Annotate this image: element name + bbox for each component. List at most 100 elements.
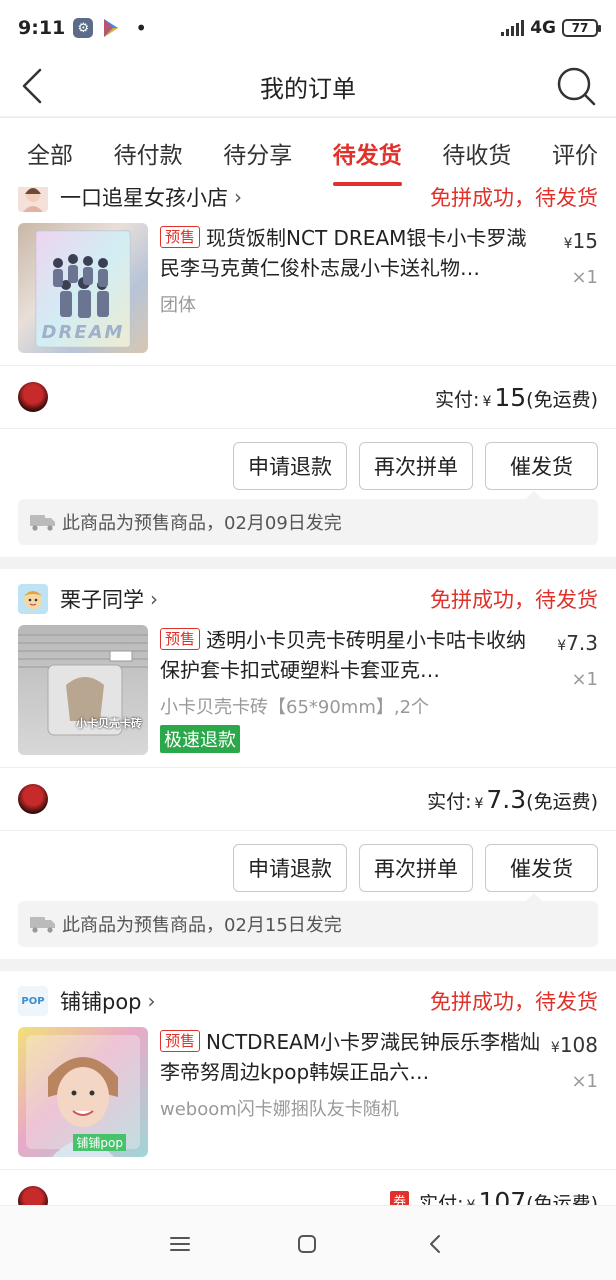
shop-avatar — [18, 187, 48, 212]
buyer-avatar — [18, 382, 48, 412]
unit-price: ¥7.3 — [538, 631, 598, 655]
unit-price-value: 7.3 — [566, 631, 598, 655]
presale-notice: 此商品为预售商品，02月09日发完 — [18, 491, 598, 545]
paid-symbol: ¥ — [467, 1198, 476, 1206]
unit-price: ¥108 — [538, 1033, 598, 1057]
tab-pending-shipment[interactable]: 待发货 — [332, 118, 402, 188]
status-time: 9:11 — [18, 17, 66, 39]
home-icon[interactable] — [295, 1232, 319, 1256]
presale-badge: 预售 — [160, 628, 201, 650]
unit-price-value: 108 — [559, 1033, 598, 1057]
action-buttons: 申请退款 再次拼单 催发货 — [233, 844, 598, 892]
regroup-button[interactable]: 再次拼单 — [359, 844, 473, 892]
shop-name: 栗子同学 — [60, 588, 144, 612]
paid-symbol: ¥ — [474, 795, 484, 812]
product-image[interactable]: 小卡贝壳卡砖 — [18, 625, 148, 755]
payment-row: 实付: ¥15(免运费) — [18, 367, 598, 427]
network-type: 4G — [530, 18, 556, 38]
tab-all[interactable]: 全部 — [27, 118, 73, 188]
paid-amount: 券实付:¥107(免运费) — [390, 1186, 598, 1206]
quick-refund-badge: 极速退款 — [160, 725, 240, 753]
product-title-text: 现货饭制NCT DREAM银卡小卡罗渽民李马克黄仁俊朴志晟小卡送礼物… — [160, 226, 527, 280]
product-info[interactable]: 预售 透明小卡贝壳卡砖明星小卡咕卡收纳保护套卡扣式硬塑料卡套亚克… 小卡贝壳卡砖【… — [160, 625, 544, 753]
product-info[interactable]: 预售 NCTDREAM小卡罗渽民钟辰乐李楷灿李帝努周边kpop韩娱正品六… web… — [160, 1027, 544, 1121]
price-column: ¥7.3 ×1 — [538, 631, 598, 690]
regroup-button[interactable]: 再次拼单 — [359, 442, 473, 490]
product-spec: weboom闪卡娜捆队友卡随机 — [160, 1099, 399, 1120]
refund-button[interactable]: 申请退款 — [233, 442, 347, 490]
unit-price-symbol: ¥ — [550, 1040, 560, 1056]
paid-value: 15 — [494, 382, 527, 412]
order-card: 栗子同学 › 免拼成功，待发货 小卡贝壳卡砖 预售 透明小卡贝壳卡砖明星小卡咕卡收… — [0, 569, 616, 959]
shop-name: 铺铺pop — [60, 990, 142, 1014]
paid-value: 7.3 — [486, 784, 527, 814]
shop-row[interactable]: 栗子同学 › 免拼成功，待发货 — [18, 579, 598, 619]
shop-row[interactable]: 一口追星女孩小店 › 免拼成功，待发货 — [18, 187, 598, 217]
truck-icon — [30, 515, 55, 531]
product-spec: 团体 — [160, 295, 196, 316]
shipping-note: (免运费) — [526, 388, 598, 411]
notice-text: 此商品为预售商品，02月15日发完 — [62, 915, 342, 936]
divider — [0, 1169, 616, 1170]
urge-shipping-button[interactable]: 催发货 — [485, 844, 598, 892]
order-card: POP 铺铺pop › 免拼成功，待发货 铺铺pop 预售 NCTDREAM小卡罗… — [0, 971, 616, 1205]
shop-row[interactable]: POP 铺铺pop › 免拼成功，待发货 — [18, 981, 598, 1021]
product-info[interactable]: 预售 现货饭制NCT DREAM银卡小卡罗渽民李马克黄仁俊朴志晟小卡送礼物… 团体 — [160, 223, 544, 317]
shop-avatar: POP — [18, 986, 48, 1016]
header: 我的订单 — [0, 56, 616, 116]
unit-price-symbol: ¥ — [563, 236, 573, 252]
paid-label: 实付: — [427, 790, 472, 813]
payment-row: 券实付:¥107(免运费) — [18, 1171, 598, 1205]
product-title-text: NCTDREAM小卡罗渽民钟辰乐李楷灿李帝努周边kpop韩娱正品六… — [160, 1030, 541, 1084]
order-card: 一口追星女孩小店 › 免拼成功，待发货 DREAM 预售 现货饭制NCT DREA… — [0, 187, 616, 557]
chevron-right-icon: › — [234, 187, 242, 209]
search-icon[interactable] — [554, 62, 598, 110]
play-store-icon — [101, 18, 121, 38]
buyer-avatar — [18, 784, 48, 814]
chevron-right-icon: › — [147, 989, 156, 1013]
notification-dot-icon: • — [135, 16, 148, 40]
presale-badge: 预售 — [160, 226, 201, 248]
product-image[interactable]: 铺铺pop — [18, 1027, 148, 1157]
price-column: ¥108 ×1 — [538, 1033, 598, 1092]
product-image-text: 小卡贝壳卡砖 — [76, 717, 142, 730]
divider — [0, 365, 616, 366]
system-nav-bar — [0, 1205, 616, 1280]
tab-pending-payment[interactable]: 待付款 — [114, 118, 183, 188]
action-buttons: 申请退款 再次拼单 催发货 — [233, 442, 598, 490]
divider — [0, 428, 616, 429]
product-title-text: 透明小卡贝壳卡砖明星小卡咕卡收纳保护套卡扣式硬塑料卡套亚克… — [160, 628, 527, 682]
product-image-text: 铺铺pop — [73, 1134, 126, 1151]
product-image[interactable]: DREAM — [18, 223, 148, 353]
shipping-note: (免运费) — [526, 1192, 598, 1206]
quantity: ×1 — [571, 267, 598, 288]
tab-pending-share[interactable]: 待分享 — [223, 118, 292, 188]
tab-review[interactable]: 评价 — [552, 118, 598, 188]
refund-button[interactable]: 申请退款 — [233, 844, 347, 892]
divider — [0, 767, 616, 768]
chevron-left-icon[interactable] — [16, 64, 56, 108]
tab-pending-receipt[interactable]: 待收货 — [442, 118, 511, 188]
price-column: ¥15 ×1 — [538, 229, 598, 288]
urge-shipping-button[interactable]: 催发货 — [485, 442, 598, 490]
page-title: 我的订单 — [260, 74, 356, 103]
menu-icon[interactable] — [168, 1232, 192, 1256]
battery-level: 77 — [571, 21, 589, 35]
settings-icon: ⚙ — [73, 18, 94, 38]
back-icon[interactable] — [424, 1232, 448, 1256]
paid-amount: 实付: ¥7.3(免运费) — [427, 785, 598, 814]
product-image-text: DREAM — [41, 322, 125, 343]
order-list[interactable]: 一口追星女孩小店 › 免拼成功，待发货 DREAM 预售 现货饭制NCT DREA… — [0, 187, 616, 1205]
product-title: 预售 透明小卡贝壳卡砖明星小卡咕卡收纳保护套卡扣式硬塑料卡套亚克… — [160, 625, 544, 685]
product-title: 预售 现货饭制NCT DREAM银卡小卡罗渽民李马克黄仁俊朴志晟小卡送礼物… — [160, 223, 544, 283]
payment-row: 实付: ¥7.3(免运费) — [18, 769, 598, 829]
paid-value: 107 — [478, 1186, 527, 1206]
shipping-note: (免运费) — [526, 790, 598, 813]
product-spec: 小卡贝壳卡砖【65*90mm】,2个 — [160, 697, 430, 718]
divider — [0, 830, 616, 831]
paid-symbol: ¥ — [482, 393, 492, 410]
truck-icon — [30, 917, 55, 933]
signal-icon — [501, 20, 525, 36]
buyer-avatar — [18, 1186, 48, 1205]
order-status: 免拼成功，待发货 — [430, 187, 598, 210]
